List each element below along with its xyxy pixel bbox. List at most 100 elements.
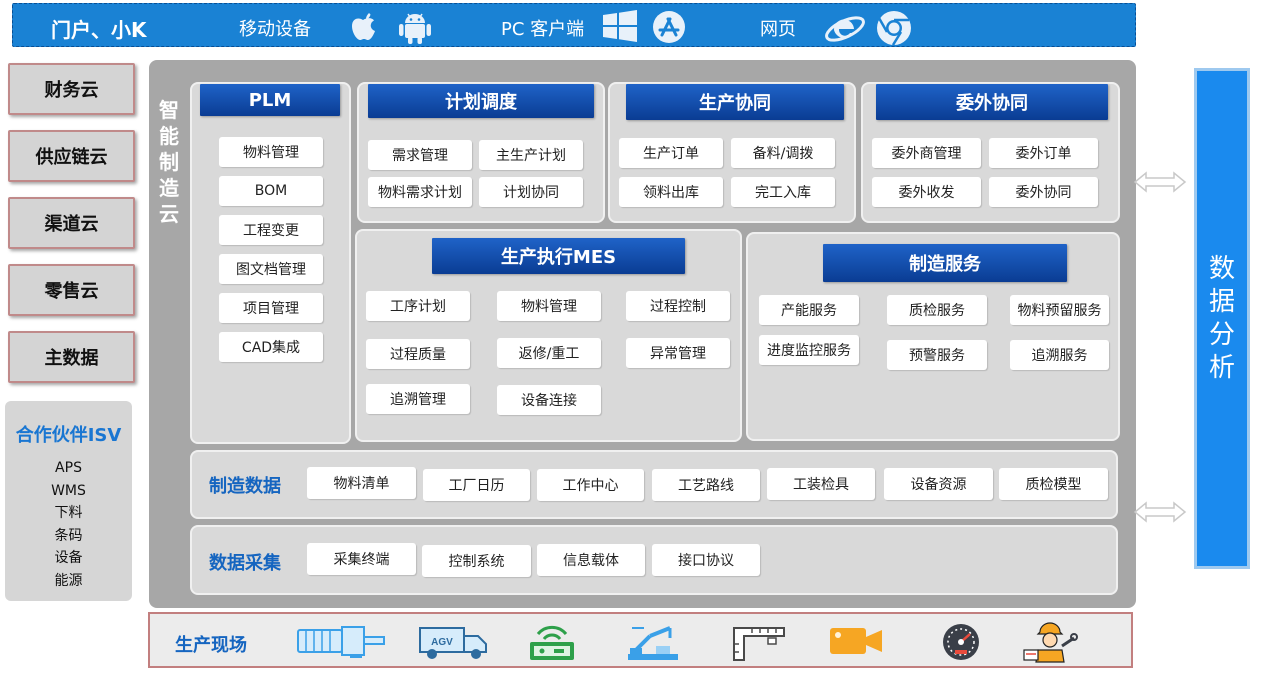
mfg-service-item[interactable]: 物料预留服务	[1010, 295, 1109, 325]
mes-header[interactable]: 生产执行MES	[432, 238, 685, 274]
outsourcing-item[interactable]: 委外订单	[989, 138, 1098, 168]
mfg-service-item[interactable]: 进度监控服务	[759, 335, 859, 365]
chrome-icon	[877, 11, 911, 46]
mes-item[interactable]: 返修/重工	[497, 338, 601, 368]
mfg-data-item[interactable]: 设备资源	[884, 468, 993, 500]
worker-icon	[1023, 622, 1078, 663]
vertical-title-char: 云	[159, 202, 179, 226]
production-collab-header[interactable]: 生产协同	[626, 84, 844, 120]
android-icon	[399, 13, 431, 44]
mfg-service-item[interactable]: 质检服务	[887, 295, 987, 325]
windows-icon	[603, 10, 637, 42]
analytics-char: 析	[1208, 352, 1235, 383]
planning-header[interactable]: 计划调度	[368, 84, 594, 118]
mfg-data-item[interactable]: 物料清单	[307, 467, 416, 499]
mes-item[interactable]: 追溯管理	[366, 384, 470, 414]
data-analytics-title: 数 据 分 析	[1208, 253, 1236, 385]
data-collection-item[interactable]: 信息载体	[537, 544, 645, 576]
production-collab-item[interactable]: 生产订单	[619, 138, 723, 168]
partner-item-aps[interactable]: APS	[5, 457, 132, 480]
mes-item[interactable]: 过程质量	[366, 339, 470, 369]
vertical-title-char: 智	[159, 98, 179, 122]
apple-icon	[352, 13, 375, 40]
mfg-service-header[interactable]: 制造服务	[823, 244, 1067, 282]
partner-item-barcode[interactable]: 条码	[5, 525, 132, 548]
ruler-gauge-icon	[733, 627, 785, 661]
plm-item[interactable]: 项目管理	[219, 293, 323, 323]
agv-truck-icon: AGV	[419, 627, 487, 659]
double-arrow-icon	[1133, 501, 1187, 523]
data-collection-item[interactable]: 接口协议	[652, 544, 760, 576]
mfg-data-item[interactable]: 工装检具	[767, 468, 875, 500]
mfg-data-item[interactable]: 质检模型	[999, 468, 1108, 500]
mes-item[interactable]: 异常管理	[626, 338, 730, 368]
production-field-bar: 生产现场 AGV	[148, 612, 1133, 668]
finance-cloud-button[interactable]: 财务云	[8, 63, 135, 115]
plm-header[interactable]: PLM	[200, 84, 340, 116]
speedometer-icon	[943, 624, 979, 660]
partner-item-cutting[interactable]: 下料	[5, 502, 132, 525]
plm-item[interactable]: 工程变更	[219, 215, 323, 245]
mes-item[interactable]: 物料管理	[497, 291, 601, 321]
vertical-title-char: 造	[159, 176, 179, 200]
plm-item[interactable]: 图文档管理	[219, 254, 323, 284]
camera-icon	[830, 628, 882, 654]
analytics-char: 数	[1208, 253, 1235, 284]
analytics-char: 分	[1208, 319, 1235, 350]
app-store-icon	[653, 11, 685, 43]
master-data-button[interactable]: 主数据	[8, 331, 135, 383]
production-collab-item[interactable]: 完工入库	[731, 177, 835, 207]
agv-label: AGV	[431, 637, 453, 648]
retail-cloud-button[interactable]: 零售云	[8, 264, 135, 316]
internet-explorer-icon	[825, 16, 865, 42]
planning-item[interactable]: 计划协同	[479, 177, 583, 207]
planning-item[interactable]: 主生产计划	[479, 140, 583, 170]
motor-icon	[297, 626, 385, 658]
production-field-label: 生产现场	[175, 635, 247, 656]
mobile-device-label: 移动设备	[239, 19, 311, 40]
plm-item[interactable]: 物料管理	[219, 137, 323, 167]
mfg-data-label: 制造数据	[209, 476, 281, 497]
partner-isv-panel: 合作伙伴ISV APS WMS 下料 条码 设备 能源	[5, 401, 132, 601]
plm-item[interactable]: BOM	[219, 176, 323, 206]
data-collection-item[interactable]: 采集终端	[307, 543, 416, 575]
mfg-data-item[interactable]: 工作中心	[537, 469, 644, 501]
portal-title[interactable]: 门户、小K	[51, 14, 147, 43]
plm-item[interactable]: CAD集成	[219, 332, 323, 362]
planning-item[interactable]: 需求管理	[368, 140, 472, 170]
production-collab-item[interactable]: 备料/调拨	[731, 138, 835, 168]
wireless-device-icon	[530, 625, 574, 660]
analytics-char: 据	[1208, 286, 1235, 317]
data-collection-label: 数据采集	[209, 553, 281, 574]
smart-manufacturing-cloud-title: 智 能 制 造 云	[157, 97, 181, 227]
planning-item[interactable]: 物料需求计划	[368, 177, 472, 207]
mes-item[interactable]: 过程控制	[626, 291, 730, 321]
top-access-bar: 门户、小K 移动设备 PC 客户端 网页	[12, 3, 1136, 47]
partner-item-equipment[interactable]: 设备	[5, 547, 132, 570]
production-collab-item[interactable]: 领料出库	[619, 177, 723, 207]
partner-item-energy[interactable]: 能源	[5, 570, 132, 593]
mes-item[interactable]: 工序计划	[366, 291, 470, 321]
outsourcing-header[interactable]: 委外协同	[876, 84, 1108, 120]
vertical-title-char: 能	[159, 124, 179, 148]
partner-item-wms[interactable]: WMS	[5, 480, 132, 503]
web-label: 网页	[760, 19, 796, 40]
robot-arm-icon	[628, 626, 678, 660]
mfg-data-item[interactable]: 工艺路线	[652, 469, 760, 501]
channel-cloud-button[interactable]: 渠道云	[8, 197, 135, 249]
mes-item[interactable]: 设备连接	[497, 385, 601, 415]
mfg-service-item[interactable]: 预警服务	[887, 340, 987, 370]
mfg-service-item[interactable]: 产能服务	[759, 295, 859, 325]
pc-client-label: PC 客户端	[501, 19, 585, 40]
data-analytics-panel[interactable]: 数 据 分 析	[1194, 68, 1250, 569]
partner-isv-title[interactable]: 合作伙伴ISV	[5, 421, 132, 447]
mfg-service-item[interactable]: 追溯服务	[1010, 340, 1109, 370]
supply-chain-cloud-button[interactable]: 供应链云	[8, 130, 135, 182]
mfg-data-item[interactable]: 工厂日历	[423, 469, 530, 501]
outsourcing-item[interactable]: 委外商管理	[872, 138, 981, 168]
outsourcing-item[interactable]: 委外协同	[989, 177, 1098, 207]
double-arrow-icon	[1133, 171, 1187, 193]
vertical-title-char: 制	[159, 150, 179, 174]
outsourcing-item[interactable]: 委外收发	[872, 177, 981, 207]
data-collection-item[interactable]: 控制系统	[422, 545, 531, 577]
